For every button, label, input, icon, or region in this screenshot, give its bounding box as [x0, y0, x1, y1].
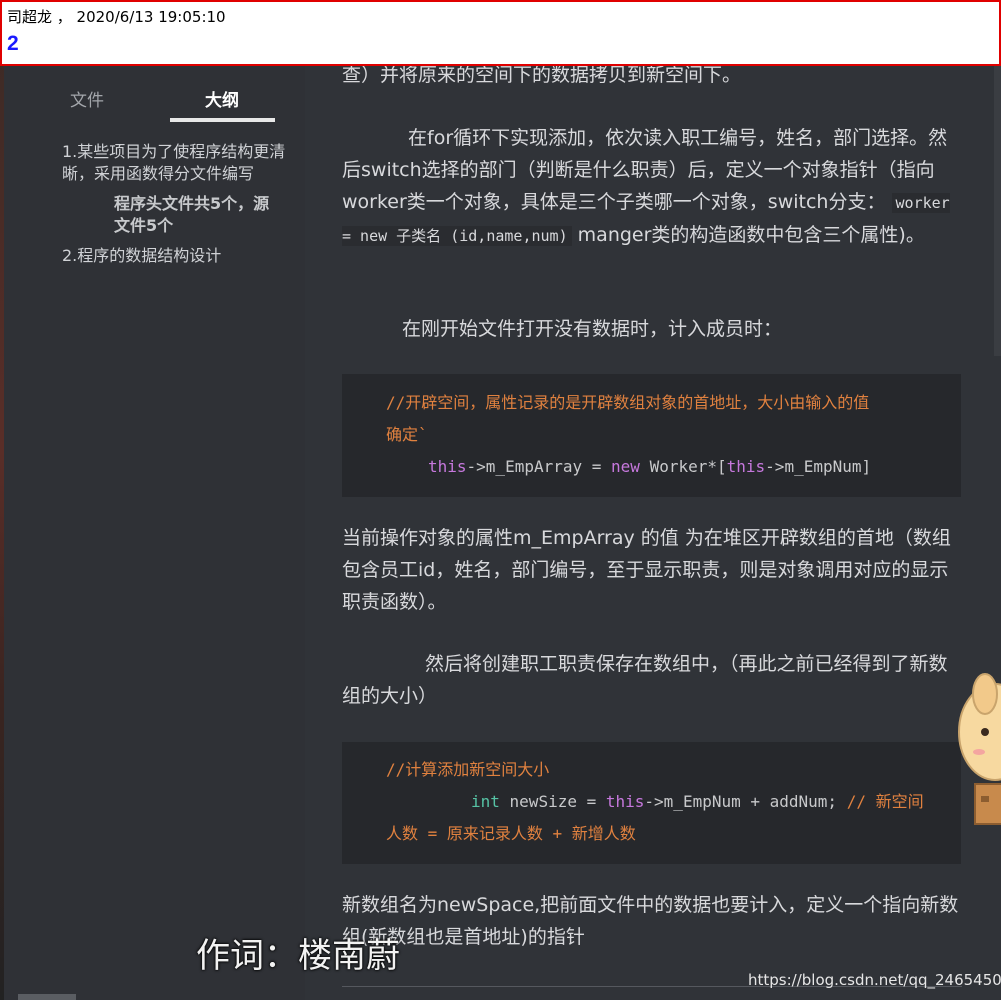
code1-worker-type: Worker* — [639, 457, 717, 476]
mascot-sticker-icon — [958, 673, 1001, 825]
tab-files[interactable]: 文件 — [70, 86, 104, 111]
tab-outline[interactable]: 大纲 — [205, 86, 239, 111]
sidebar-scroll-handle[interactable] — [18, 994, 76, 1000]
video-subtitle: 作词：楼南蔚 — [196, 936, 400, 976]
code2-comment-line3: 人数 = 原来记录人数 + 新增人数 — [386, 824, 636, 843]
article-content: 查）并将原来的空间下的数据拷贝到新空间下。 在for循环下实现添加，依次读入职工… — [305, 0, 1001, 1000]
code1-arrow: ->m_EmpArray = — [466, 457, 612, 476]
code2-statement: int newSize = this->m_EmpNum + addNum; /… — [471, 786, 924, 818]
sidebar-tabs: 文件 大纲 — [4, 80, 305, 125]
content-scrollbar[interactable] — [994, 66, 1001, 356]
caption-box: 司超龙 ， 2020/6/13 19:05:10 2 — [0, 0, 1001, 66]
paragraph-2-text: 在for循环下实现添加，依次读入职工编号，姓名，部门选择。然后switch选择的… — [342, 127, 948, 213]
code1-member: ->m_EmpNum — [765, 457, 862, 476]
paragraph-2-tail: manger类的构造函数中包含三个属性)。 — [577, 224, 925, 246]
code1-bracket-open: [ — [717, 457, 727, 476]
code2-this-keyword: this — [605, 792, 645, 811]
code1-bracket-close: ] — [861, 457, 872, 476]
paragraph-3: 在刚开始文件打开没有数据时，计入成员时： — [402, 318, 783, 340]
code-block-1: //开辟空间，属性记录的是开辟数组对象的首地址，大小由输入的值 确定` this… — [342, 374, 961, 497]
paragraph-4: 当前操作对象的属性m_EmpArray 的值 为在堆区开辟数组的首地（数组包含员… — [342, 527, 951, 613]
outline-item-2[interactable]: 2.程序的数据结构设计 — [62, 245, 287, 267]
caption-author-time: 司超龙 ， 2020/6/13 19:05:10 — [7, 8, 226, 26]
csdn-watermark: https://blog.csdn.net/qq_24654501 — [748, 971, 1001, 989]
code2-expr-2: ->m_EmpNum + addNum; — [644, 792, 847, 811]
code2-comment-line1: //计算添加新空间大小 — [386, 760, 550, 779]
code1-statement: this->m_EmpArray = new Worker*[this->m_E… — [428, 451, 871, 483]
code1-new-keyword: new — [611, 457, 640, 476]
active-tab-indicator — [170, 118, 275, 122]
paragraph-5: 然后将创建职工职责保存在数组中，（再此之前已经得到了新数组的大小） — [342, 653, 948, 707]
paragraph-2: 在for循环下实现添加，依次读入职工编号，姓名，部门选择。然后switch选择的… — [342, 122, 962, 252]
sidebar: 文件 大纲 1.某些项目为了使程序结构更清晰，采用函数得分文件编写 程序头文件共… — [4, 0, 305, 1000]
caption-number: 2 — [7, 32, 19, 55]
code2-trailing-comment: // 新空间 — [846, 792, 924, 811]
code1-this-keyword-2: this — [726, 457, 766, 476]
outline-list: 1.某些项目为了使程序结构更清晰，采用函数得分文件编写 程序头文件共5个，源文件… — [62, 141, 287, 267]
code1-comment-line1: //开辟空间，属性记录的是开辟数组对象的首地址，大小由输入的值 — [386, 393, 870, 412]
paragraph-6: 新数组名为newSpace,把前面文件中的数据也要计入，定义一个指向新数组(新数… — [342, 894, 959, 948]
code1-comment-line2: 确定` — [386, 425, 428, 444]
code-block-2: //计算添加新空间大小 int newSize = this->m_EmpNum… — [342, 742, 961, 864]
outline-item-1-sub[interactable]: 程序头文件共5个，源文件5个 — [114, 193, 274, 237]
code2-int-keyword: int — [471, 792, 500, 811]
code2-expr-1: newSize = — [499, 792, 606, 811]
outline-item-1[interactable]: 1.某些项目为了使程序结构更清晰，采用函数得分文件编写 — [62, 141, 287, 185]
code1-this-keyword: this — [428, 457, 467, 476]
